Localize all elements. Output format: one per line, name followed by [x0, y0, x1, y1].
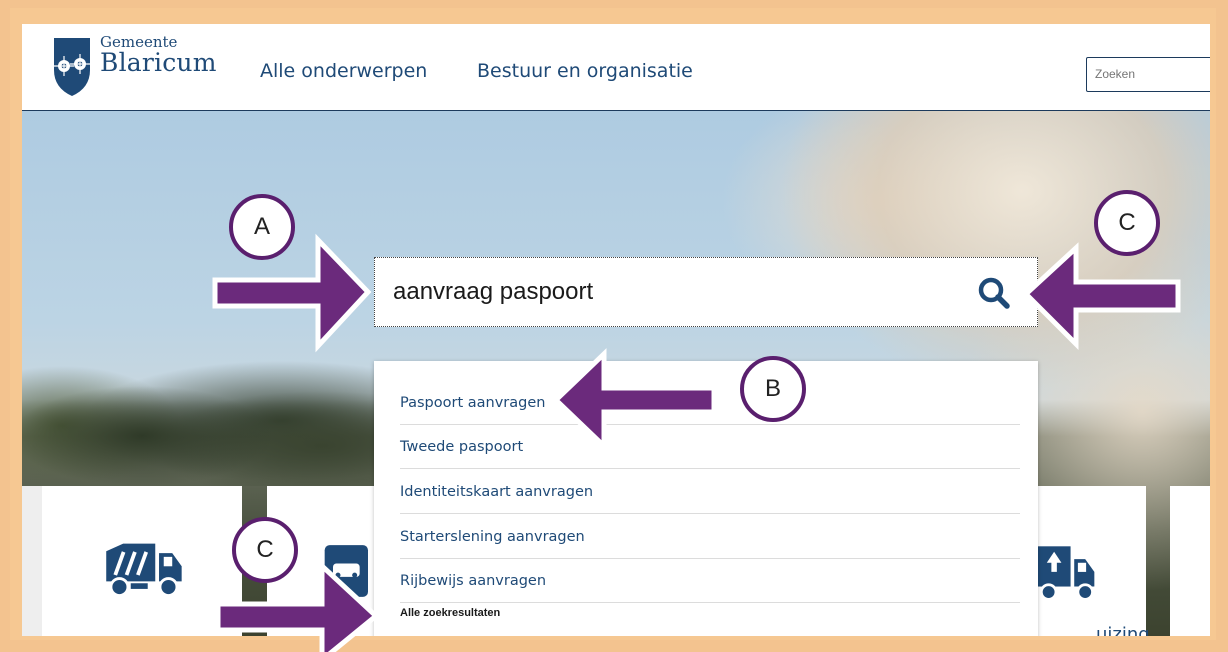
- garbage-truck-icon: [106, 543, 182, 597]
- main-search-box: [374, 257, 1038, 327]
- nav-bestuur-en-organisatie[interactable]: Bestuur en organisatie: [477, 60, 693, 82]
- header-search-input[interactable]: [1087, 58, 1210, 90]
- header-search-box: [1086, 57, 1210, 92]
- tile-afval[interactable]: [42, 486, 242, 636]
- search-icon[interactable]: [977, 276, 1011, 310]
- marker-b: B: [740, 356, 806, 422]
- suggestion-starterslening-aanvragen[interactable]: Starterslening aanvragen: [400, 515, 1020, 559]
- suggestion-rijbewijs-aanvragen[interactable]: Rijbewijs aanvragen: [400, 559, 1020, 603]
- car-icon: [324, 545, 368, 597]
- tile-shadow-1: [22, 486, 44, 636]
- tile-next[interactable]: [1170, 486, 1210, 636]
- gemeente-crest-icon[interactable]: [50, 36, 94, 98]
- nav-alle-onderwerpen[interactable]: Alle onderwerpen: [260, 60, 427, 82]
- marker-c-top: C: [1094, 190, 1160, 256]
- moving-truck-icon: [1037, 546, 1095, 601]
- browser-viewport: Gemeente Blaricum Alle onderwerpen Bestu…: [22, 24, 1210, 636]
- suggestion-identiteitskaart-aanvragen[interactable]: Identiteitskaart aanvragen: [400, 470, 1020, 514]
- search-suggestions: Paspoort aanvragen Tweede paspoort Ident…: [374, 361, 1038, 636]
- suggestion-tweede-paspoort[interactable]: Tweede paspoort: [400, 425, 1020, 469]
- site-header: Gemeente Blaricum Alle onderwerpen Bestu…: [22, 24, 1210, 111]
- marker-c-bottom: C: [232, 517, 298, 583]
- brand-line-blaricum[interactable]: Blaricum: [100, 48, 217, 77]
- all-search-results-link[interactable]: Alle zoekresultaten: [400, 607, 500, 619]
- marker-a: A: [229, 194, 295, 260]
- tile-verhuizing-label: uizing: [1096, 624, 1150, 636]
- suggestion-paspoort-aanvragen[interactable]: Paspoort aanvragen: [400, 381, 1020, 425]
- main-search-input[interactable]: [393, 272, 953, 312]
